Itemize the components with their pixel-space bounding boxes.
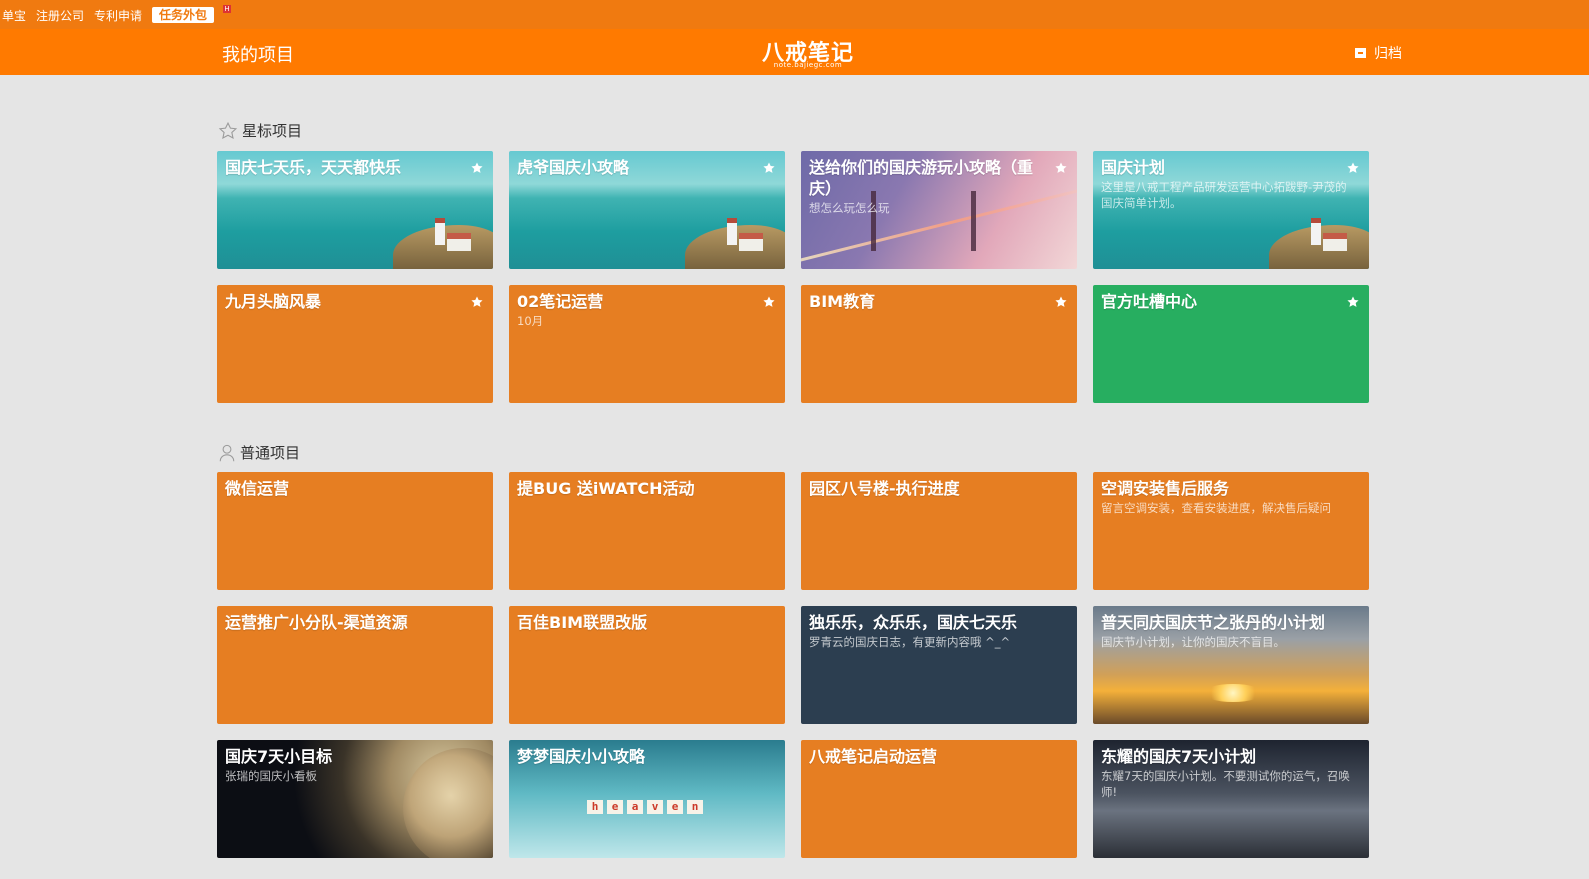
project-card[interactable]: 百佳BIM联盟改版 — [509, 606, 785, 724]
top-links: 单宝 注册公司 专利申请 — [2, 7, 142, 24]
starred-section-label: 星标项目 — [242, 122, 303, 140]
top-links-bar: 单宝 注册公司 专利申请 任务外包 H — [0, 0, 1589, 29]
project-description: 罗青云的国庆日志，有更新内容哦 ^_^ — [809, 635, 1011, 649]
project-title: 提BUG 送iWATCH活动 — [517, 479, 695, 498]
project-description: 张瑞的国庆小看板 — [225, 769, 317, 783]
project-card[interactable]: 国庆7天小目标张瑞的国庆小看板 — [217, 740, 493, 858]
project-card[interactable]: 东耀的国庆7天小计划东耀7天的国庆小计划。不要测试你的运气，召唤师! — [1093, 740, 1369, 858]
project-title: 梦梦国庆小小攻略 — [517, 747, 646, 766]
project-card[interactable]: 送给你们的国庆游玩小攻略（重庆） 想怎么玩怎么玩 — [801, 151, 1077, 269]
project-title: 普天同庆国庆节之张丹的小计划 — [1101, 613, 1326, 632]
project-title: 微信运营 — [225, 479, 290, 498]
project-card[interactable]: 国庆七天乐，天天都快乐 — [217, 151, 493, 269]
heaven-letter: h — [587, 800, 603, 814]
project-description: 10月 — [517, 314, 544, 328]
heaven-letter: n — [687, 800, 703, 814]
lighthouse-image — [727, 218, 737, 245]
project-card[interactable]: 九月头脑风暴 — [217, 285, 493, 403]
star-icon[interactable] — [1054, 161, 1068, 175]
project-title: 国庆计划 — [1101, 158, 1166, 177]
project-card[interactable]: h e a v e n 梦梦国庆小小攻略 — [509, 740, 785, 858]
project-description: 国庆节小计划，让你的国庆不盲目。 — [1101, 635, 1285, 649]
project-card[interactable]: 虎爷国庆小攻略 — [509, 151, 785, 269]
normal-section-header: 普通项目 — [218, 442, 300, 463]
project-description: 东耀7天的国庆小计划。不要测试你的运气，召唤师! — [1101, 769, 1350, 799]
heaven-letter: e — [667, 800, 683, 814]
star-outline-icon — [218, 121, 238, 139]
project-title: 虎爷国庆小攻略 — [517, 158, 630, 177]
star-icon[interactable] — [1346, 161, 1360, 175]
project-title: 园区八号楼-执行进度 — [809, 479, 960, 498]
project-card[interactable]: 园区八号楼-执行进度 — [801, 472, 1077, 590]
app-header: 我的项目 八戒笔记 note.bajiegc.com 归档 — [0, 29, 1589, 75]
project-card[interactable]: 空调安装售后服务留言空调安装，查看安装进度，解决售后疑问 — [1093, 472, 1369, 590]
top-link-2[interactable]: 注册公司 — [36, 7, 84, 24]
project-card[interactable]: 微信运营 — [217, 472, 493, 590]
project-title: 运营推广小分队-渠道资源 — [225, 613, 408, 632]
project-card[interactable]: 普天同庆国庆节之张丹的小计划国庆节小计划，让你的国庆不盲目。 — [1093, 606, 1369, 724]
project-title: 02笔记运营 — [517, 292, 604, 311]
project-title: 官方吐槽中心 — [1101, 292, 1198, 311]
project-description: 想怎么玩怎么玩 — [809, 201, 890, 215]
project-card[interactable]: 官方吐槽中心 — [1093, 285, 1369, 403]
star-icon[interactable] — [470, 161, 484, 175]
archive-icon — [1355, 48, 1366, 58]
project-title: 东耀的国庆7天小计划 — [1101, 747, 1257, 766]
house-image — [447, 233, 471, 251]
top-link-1[interactable]: 单宝 — [2, 7, 26, 24]
project-card[interactable]: 八戒笔记启动运营 — [801, 740, 1077, 858]
archive-button[interactable]: 归档 — [1355, 43, 1402, 63]
normal-section-label: 普通项目 — [240, 444, 301, 462]
heaven-sign-image: heaven — [587, 800, 703, 814]
star-icon[interactable] — [1346, 295, 1360, 309]
logo-url: note.bajiegc.com — [773, 61, 843, 69]
project-title: 送给你们的国庆游玩小攻略（重庆） — [809, 158, 1034, 198]
sun-image — [1203, 684, 1263, 702]
starred-section-header: 星标项目 — [218, 120, 302, 141]
user-icon — [219, 444, 235, 461]
project-description: 这里是八戒工程产品研发运营中心拓跋野-尹茂的国庆简单计划。 — [1101, 180, 1347, 210]
hot-mark: H — [223, 5, 231, 13]
project-card[interactable]: 国庆计划这里是八戒工程产品研发运营中心拓跋野-尹茂的国庆简单计划。 — [1093, 151, 1369, 269]
project-card[interactable]: BIM教育 — [801, 285, 1077, 403]
heaven-letter: v — [647, 800, 663, 814]
archive-label: 归档 — [1374, 46, 1402, 62]
star-icon[interactable] — [470, 295, 484, 309]
lighthouse-image — [1311, 218, 1321, 245]
page-title: 我的项目 — [222, 45, 294, 66]
star-icon[interactable] — [1054, 295, 1068, 309]
project-title: 九月头脑风暴 — [225, 292, 322, 311]
project-title: 八戒笔记启动运营 — [809, 747, 938, 766]
project-description: 留言空调安装，查看安装进度，解决售后疑问 — [1101, 501, 1331, 515]
project-title: 百佳BIM联盟改版 — [517, 613, 648, 632]
house-image — [739, 233, 763, 251]
heaven-letter: a — [627, 800, 643, 814]
project-title: 空调安装售后服务 — [1101, 479, 1230, 498]
project-card[interactable]: 02笔记运营 10月 — [509, 285, 785, 403]
lighthouse-image — [435, 218, 445, 245]
project-title: BIM教育 — [809, 292, 876, 311]
heaven-letter: e — [607, 800, 623, 814]
star-icon[interactable] — [762, 295, 776, 309]
project-card[interactable]: 运营推广小分队-渠道资源 — [217, 606, 493, 724]
project-title: 国庆7天小目标 — [225, 747, 333, 766]
project-title: 独乐乐，众乐乐，国庆七天乐 — [809, 613, 1018, 632]
star-icon[interactable] — [762, 161, 776, 175]
house-image — [1323, 233, 1347, 251]
top-link-3[interactable]: 专利申请 — [94, 7, 142, 24]
task-outsourcing-badge[interactable]: 任务外包 — [152, 7, 215, 23]
project-card[interactable]: 提BUG 送iWATCH活动 — [509, 472, 785, 590]
project-card[interactable]: 独乐乐，众乐乐，国庆七天乐罗青云的国庆日志，有更新内容哦 ^_^ — [801, 606, 1077, 724]
project-title: 国庆七天乐，天天都快乐 — [225, 158, 402, 177]
logo[interactable]: 八戒笔记 note.bajiegc.com — [760, 35, 856, 71]
